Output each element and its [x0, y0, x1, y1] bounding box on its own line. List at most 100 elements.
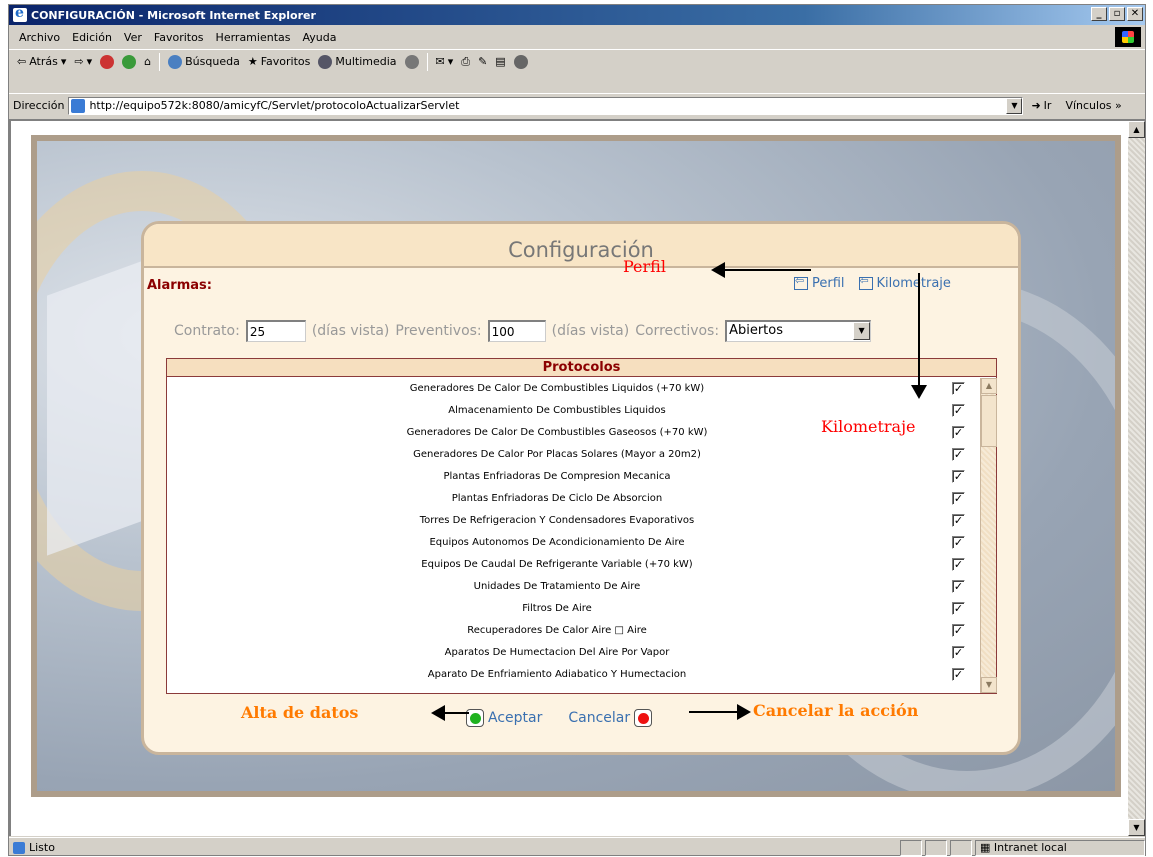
- table-row: Filtros De Aire ✓: [167, 598, 979, 620]
- multimedia-label: Multimedia: [335, 55, 397, 68]
- address-dropdown-icon[interactable]: ▼: [1006, 97, 1023, 114]
- protocolos-scrollbar[interactable]: ▲ ▼: [980, 378, 997, 693]
- protocol-checkbox[interactable]: ✓: [952, 404, 965, 417]
- chevron-down-icon[interactable]: ▼: [853, 322, 871, 340]
- toolbar: ⇦ Atrás ▾ ⇨ ▾ ⌂ Búsqueda ★ Favoritos Mul…: [9, 49, 1145, 73]
- preventivos-input[interactable]: [487, 320, 546, 342]
- scroll-up-icon[interactable]: ▲: [1128, 121, 1145, 138]
- table-row: Recuperadores De Calor Aire □ Aire ✓: [167, 620, 979, 642]
- stop-button[interactable]: [96, 54, 118, 69]
- toolbar-separator: [426, 52, 428, 71]
- menu-edicion[interactable]: Edición: [66, 31, 118, 44]
- protocol-checkbox[interactable]: ✓: [952, 646, 965, 659]
- windows-logo-icon: [1115, 27, 1141, 47]
- protocol-checkbox[interactable]: ✓: [952, 558, 965, 571]
- menu-bar: Archivo Edición Ver Favoritos Herramient…: [9, 26, 1145, 48]
- protocol-checkbox[interactable]: ✓: [952, 426, 965, 439]
- menu-herramientas[interactable]: Herramientas: [210, 31, 297, 44]
- edit-icon: ✎: [478, 55, 488, 68]
- scroll-up-icon[interactable]: ▲: [981, 378, 997, 394]
- mail-button[interactable]: ✉ ▾: [432, 55, 458, 68]
- back-button[interactable]: ⇦ Atrás ▾: [13, 55, 70, 68]
- search-icon: [168, 54, 183, 69]
- protocol-checkbox[interactable]: ✓: [952, 448, 965, 461]
- perfil-label: Perfil: [812, 276, 845, 291]
- protocol-checkbox[interactable]: ✓: [952, 470, 965, 483]
- dropdown-icon: ▾: [86, 55, 93, 68]
- scroll-down-icon[interactable]: ▼: [981, 677, 997, 693]
- page-frame: Configuración Alarmas: Perfil Kilometraj…: [31, 135, 1121, 797]
- multimedia-button[interactable]: Multimedia: [314, 54, 400, 69]
- perfil-link[interactable]: Perfil: [794, 274, 845, 291]
- go-button[interactable]: ➜ Ir: [1031, 99, 1051, 112]
- scroll-down-icon[interactable]: ▼: [1128, 819, 1145, 836]
- protocol-checkbox[interactable]: ✓: [952, 536, 965, 549]
- page-icon: [71, 98, 86, 113]
- back-box-icon: [794, 274, 808, 290]
- menu-ver[interactable]: Ver: [118, 31, 148, 44]
- protocol-label: Aparato De Enfriamiento Adiabatico Y Hum…: [427, 669, 687, 680]
- protocolos-table: Protocolos Generadores De Calor De Combu…: [166, 358, 997, 694]
- page-viewport: Configuración Alarmas: Perfil Kilometraj…: [9, 119, 1145, 836]
- discuss-icon: ▤: [495, 55, 506, 68]
- status-text: Listo: [29, 841, 55, 854]
- protocol-checkbox[interactable]: ✓: [952, 624, 965, 637]
- annotation-perfil: Perfil: [623, 257, 666, 276]
- protocol-label: Plantas Enfriadoras De Ciclo De Absorcio…: [451, 493, 663, 504]
- menu-ayuda[interactable]: Ayuda: [296, 31, 342, 44]
- edit-button[interactable]: ✎: [474, 55, 491, 68]
- status-cell: [925, 839, 947, 856]
- page-scrollbar[interactable]: ▲ ▼: [1128, 121, 1145, 836]
- contrato-input[interactable]: [245, 320, 306, 342]
- links-label: Vínculos: [1065, 99, 1112, 112]
- cancelar-button[interactable]: Cancelar: [568, 709, 653, 727]
- history-icon: [404, 54, 419, 69]
- print-button[interactable]: ⎙: [457, 55, 474, 69]
- protocol-checkbox[interactable]: ✓: [952, 602, 965, 615]
- scroll-thumb[interactable]: [981, 395, 997, 447]
- favorites-button[interactable]: ★ Favoritos: [244, 55, 315, 68]
- protocol-checkbox[interactable]: ✓: [952, 668, 965, 681]
- protocolos-header: Protocolos: [167, 359, 996, 377]
- search-button[interactable]: Búsqueda: [164, 54, 244, 69]
- dropdown-icon: ▾: [60, 55, 67, 68]
- address-bar: Dirección http://equipo572k:8080/amicyfC…: [9, 93, 1145, 117]
- kilometraje-link[interactable]: Kilometraje: [858, 274, 951, 291]
- back-label: Atrás: [29, 55, 58, 68]
- chevron-right-icon: »: [1115, 99, 1122, 112]
- home-button[interactable]: ⌂: [140, 55, 155, 68]
- forward-button[interactable]: ⇨ ▾: [70, 55, 96, 68]
- maximize-button[interactable]: ▫: [1109, 7, 1125, 21]
- protocol-checkbox[interactable]: ✓: [952, 382, 965, 395]
- red-dot-icon: [634, 709, 653, 727]
- address-input[interactable]: http://equipo572k:8080/amicyfC/Servlet/p…: [68, 96, 1024, 115]
- annotation-arrow: [721, 269, 811, 271]
- history-button[interactable]: [401, 54, 423, 69]
- refresh-button[interactable]: [118, 54, 140, 69]
- minimize-button[interactable]: _: [1091, 7, 1107, 21]
- table-row: Plantas Enfriadoras De Compresion Mecani…: [167, 466, 979, 488]
- menu-favoritos[interactable]: Favoritos: [148, 31, 210, 44]
- protocol-checkbox[interactable]: ✓: [952, 580, 965, 593]
- discuss-button[interactable]: ▤: [491, 55, 509, 68]
- arrow-right-icon: [737, 704, 751, 720]
- status-bar: Listo ▦ Intranet local: [9, 837, 1145, 857]
- annotation-arrow: [689, 711, 739, 713]
- messenger-button[interactable]: [510, 54, 532, 69]
- protocol-label: Torres De Refrigeracion Y Condensadores …: [419, 515, 695, 526]
- browser-window: CONFIGURACIÓN - Microsoft Internet Explo…: [8, 4, 1146, 856]
- close-button[interactable]: ✕: [1127, 7, 1143, 21]
- protocol-label: Equipos De Caudal De Refrigerante Variab…: [421, 559, 693, 570]
- protocol-checkbox[interactable]: ✓: [952, 492, 965, 505]
- aceptar-button[interactable]: Aceptar: [466, 709, 542, 727]
- protocol-checkbox[interactable]: ✓: [952, 514, 965, 527]
- stop-icon: [100, 54, 115, 69]
- protocol-label: Generadores De Calor Por Placas Solares …: [413, 449, 701, 460]
- config-panel: Configuración Alarmas: Perfil Kilometraj…: [141, 221, 1021, 755]
- action-buttons: Aceptar Cancelar: [466, 709, 653, 727]
- table-row: Plantas Enfriadoras De Ciclo De Absorcio…: [167, 488, 979, 510]
- menu-archivo[interactable]: Archivo: [13, 31, 66, 44]
- contrato-label: Contrato:: [174, 323, 240, 339]
- correctivos-select[interactable]: Abiertos ▼: [725, 320, 872, 342]
- links-button[interactable]: Vínculos »: [1065, 99, 1121, 112]
